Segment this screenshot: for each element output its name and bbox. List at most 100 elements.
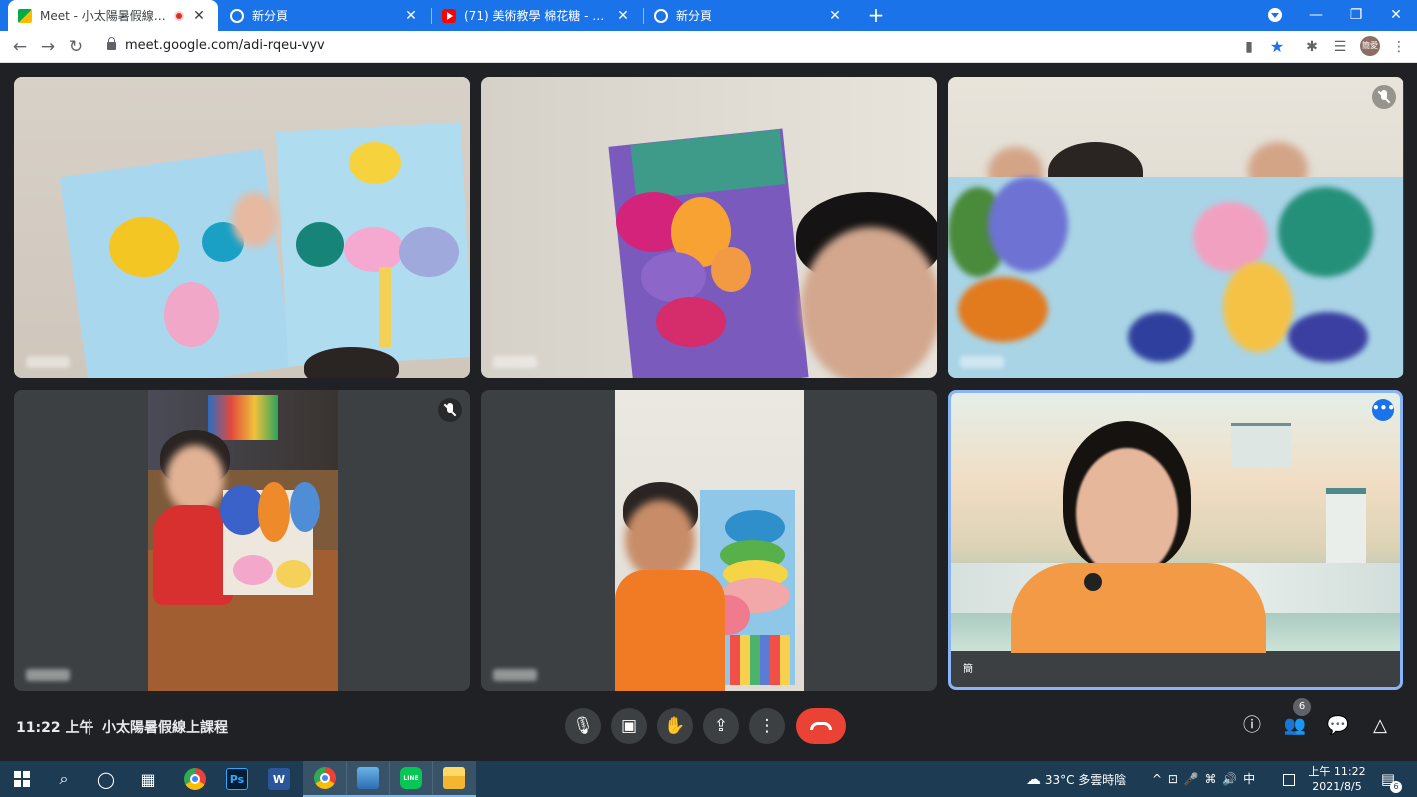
task-view-button[interactable]: ▦	[126, 761, 170, 797]
meeting-info-icon[interactable]: ⓘ	[1240, 714, 1264, 738]
taskbar-app-chrome[interactable]	[173, 761, 217, 797]
taskbar-app-line[interactable]: LINE	[389, 761, 433, 797]
more-vert-icon: ⋮	[758, 716, 776, 736]
notification-count-badge: 6	[1390, 781, 1402, 793]
ime-icon[interactable]	[1283, 761, 1295, 797]
media-control-icon[interactable]: ☰	[1331, 38, 1349, 56]
more-options-button[interactable]: ⋮	[749, 708, 785, 744]
cotton-blob	[1288, 312, 1368, 362]
system-tray-icons[interactable]: ^ ⊡ 🎤 ⌘ 🔊 中	[1152, 761, 1256, 797]
globe-icon	[230, 8, 244, 23]
taskbar-app-photos[interactable]	[346, 761, 390, 797]
reload-button[interactable]: ↻	[64, 35, 88, 59]
meeting-time: 11:22 上午	[16, 720, 94, 736]
cortana-button[interactable]: ◯	[84, 761, 128, 797]
participant-tile[interactable]	[948, 77, 1404, 378]
chrome-icon	[314, 767, 336, 789]
close-icon[interactable]: ✕	[614, 8, 632, 24]
participant-name-tag	[960, 356, 1004, 368]
cotton-blob	[164, 282, 219, 347]
bookmark-star-icon[interactable]: ★	[1268, 38, 1286, 56]
cotton-blob	[276, 560, 311, 588]
close-icon[interactable]: ✕	[190, 8, 208, 24]
address-bar[interactable]: meet.google.com/adi-rqeu-vyv	[125, 38, 325, 53]
microphone-button[interactable]: 🎙	[565, 708, 601, 744]
screen: Meet - 小太陽暑假線上課程 ✕ 新分頁 ✕ (71) 美術教學 棉花糖 -…	[0, 0, 1417, 797]
browser-tab-strip: Meet - 小太陽暑假線上課程 ✕ 新分頁 ✕ (71) 美術教學 棉花糖 -…	[0, 0, 1417, 31]
artwork-stripes	[730, 635, 790, 685]
cotton-blob	[290, 482, 320, 532]
more-options-button[interactable]: •••	[1372, 399, 1395, 421]
cotton-blob	[344, 227, 404, 272]
minimize-button[interactable]: —	[1296, 0, 1336, 31]
participant-video	[615, 390, 804, 691]
divider	[89, 719, 90, 735]
tab-title: 新分頁	[676, 9, 713, 23]
participant-name-tag	[26, 356, 70, 368]
taskbar-app-file-explorer[interactable]	[432, 761, 476, 797]
cotton-blob	[233, 555, 273, 585]
close-window-button[interactable]: ✕	[1376, 0, 1416, 31]
participant-tile[interactable]	[481, 390, 937, 691]
tab-youtube[interactable]: (71) 美術教學 棉花糖 - YouTube ✕	[432, 0, 642, 31]
tab-new-1[interactable]: 新分頁 ✕	[220, 0, 430, 31]
participant-tile[interactable]	[14, 390, 470, 691]
taskbar-clock[interactable]: 上午 11:22 2021/8/5	[1306, 764, 1368, 794]
clock-date: 2021/8/5	[1312, 780, 1362, 793]
cotton-blob	[1223, 262, 1293, 352]
folder-icon	[443, 767, 465, 789]
camera-icon[interactable]: ▮	[1240, 38, 1258, 56]
task-view-icon: ▦	[140, 769, 156, 789]
close-icon[interactable]: ✕	[402, 8, 420, 24]
tab-meet[interactable]: Meet - 小太陽暑假線上課程 ✕	[8, 0, 218, 31]
profile-avatar[interactable]: 簡愛	[1360, 36, 1380, 56]
line-icon: LINE	[400, 767, 422, 789]
forward-button[interactable]: →	[36, 35, 60, 59]
maximize-button[interactable]: ❐	[1336, 0, 1376, 31]
people-count-badge: 6	[1293, 698, 1311, 716]
extensions-icon[interactable]: ✱	[1303, 38, 1321, 56]
browser-toolbar: ← → ↻ meet.google.com/adi-rqeu-vyv ▮ ★ ✱…	[0, 31, 1417, 63]
camera-button[interactable]: ▣	[611, 708, 647, 744]
cotton-blob	[349, 142, 401, 184]
leave-call-button[interactable]	[796, 708, 846, 744]
search-button[interactable]: ⌕	[42, 761, 86, 797]
youtube-icon	[442, 8, 456, 23]
camera-icon: ▣	[620, 716, 638, 736]
people-icon[interactable]: 👥	[1283, 714, 1307, 738]
participant-tile[interactable]	[481, 77, 937, 378]
participant-video	[481, 77, 937, 378]
cotton-blob	[958, 277, 1048, 342]
participant-tile-active[interactable]: ••• 簡	[948, 390, 1403, 690]
chat-icon[interactable]: 💬	[1326, 714, 1350, 738]
activities-icon[interactable]: △	[1368, 714, 1392, 738]
taskbar-app-chrome-active[interactable]	[303, 761, 347, 797]
raise-hand-button[interactable]: ✋	[657, 708, 693, 744]
new-tab-button[interactable]: +	[864, 3, 888, 27]
present-button[interactable]: ⇪	[703, 708, 739, 744]
muted-mic-icon	[438, 398, 462, 422]
taskbar-app-photoshop[interactable]: Ps	[215, 761, 259, 797]
meet-control-bar: 11:22 上午 小太陽暑假線上課程 🎙 ▣ ✋ ⇪ ⋮ ⓘ 👥 6 💬 △	[0, 698, 1417, 761]
clock-time: 上午 11:22	[1308, 765, 1366, 778]
participant-video	[148, 390, 338, 691]
lock-icon[interactable]	[107, 37, 116, 50]
browser-menu-icon[interactable]: ⋮	[1390, 38, 1408, 56]
participant-tile[interactable]	[14, 77, 470, 378]
tab-search-icon[interactable]	[1268, 8, 1282, 22]
tab-new-2[interactable]: 新分頁 ✕	[644, 0, 854, 31]
tab-title: (71) 美術教學 棉花糖 - YouTube	[464, 9, 608, 23]
close-icon[interactable]: ✕	[826, 8, 844, 24]
weather-widget[interactable]: ☁ 33°C 多雲時陰	[1026, 761, 1126, 797]
meet-stage: ••• 簡 11:22 上午 小太陽暑假線上課程 🎙 ▣ ✋ ⇪ ⋮ ⓘ 👥 6…	[0, 63, 1417, 761]
tab-title: 新分頁	[252, 9, 289, 23]
taskbar-app-word[interactable]: W	[257, 761, 301, 797]
photos-icon	[357, 767, 379, 789]
teacher-shirt	[1011, 563, 1266, 653]
back-button[interactable]: ←	[8, 35, 32, 59]
cotton-blob	[109, 217, 179, 277]
cotton-blob	[988, 177, 1068, 272]
child-face	[801, 227, 937, 378]
cotton-blob	[656, 297, 726, 347]
start-button[interactable]	[0, 761, 44, 797]
